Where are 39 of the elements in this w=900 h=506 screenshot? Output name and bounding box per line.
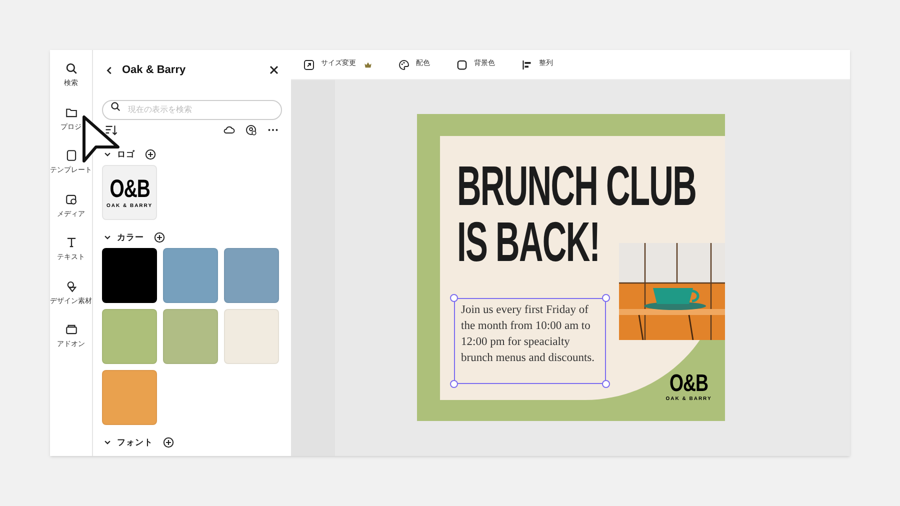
template-icon (64, 149, 78, 162)
back-icon[interactable] (105, 66, 114, 74)
close-button[interactable] (269, 65, 279, 75)
search-icon (110, 100, 121, 112)
color-swatch[interactable] (224, 309, 279, 364)
shapes-icon (64, 280, 78, 292)
color-swatch[interactable] (102, 370, 157, 425)
body-text: Join us every first Friday of the month from 10:00 am to 12:00 pm for speacialty brunch menus and discounts. (461, 303, 596, 366)
section-title: ロゴ (117, 148, 135, 160)
color-swatch[interactable] (102, 309, 157, 364)
sort-icon[interactable] (105, 124, 118, 136)
panel-title: Oak & Barry (122, 62, 187, 78)
chevron-icon[interactable] (104, 234, 111, 240)
media-icon (64, 192, 78, 206)
color-swatch[interactable] (163, 248, 218, 303)
folder-icon (64, 106, 78, 118)
search-icon (64, 62, 78, 75)
color-swatch[interactable] (163, 309, 218, 364)
section-title: カラー (117, 230, 144, 244)
text-icon (64, 236, 78, 249)
chevron-icon[interactable] (104, 438, 111, 446)
palette-icon (398, 58, 410, 70)
align-icon (521, 58, 533, 70)
color-swatch[interactable] (224, 248, 279, 303)
section-title: フォント (117, 436, 153, 448)
user-add-icon[interactable] (245, 124, 257, 136)
resize-icon (303, 58, 315, 70)
cloud-icon[interactable] (223, 124, 235, 136)
headline-text: BRUNCH CLUB (457, 158, 696, 214)
add-icon[interactable] (145, 148, 156, 160)
headline-text: IS BACK! (457, 214, 600, 270)
square-icon (456, 58, 468, 70)
logo-mark: O&B (669, 372, 708, 396)
chevron-icon[interactable] (104, 150, 111, 158)
add-icon[interactable] (154, 232, 165, 242)
add-icon[interactable] (163, 436, 174, 448)
color-swatch[interactable] (102, 248, 157, 303)
logo-mark: O&B (109, 176, 150, 202)
search-field[interactable]: 現在の表示を検索 (102, 100, 282, 120)
